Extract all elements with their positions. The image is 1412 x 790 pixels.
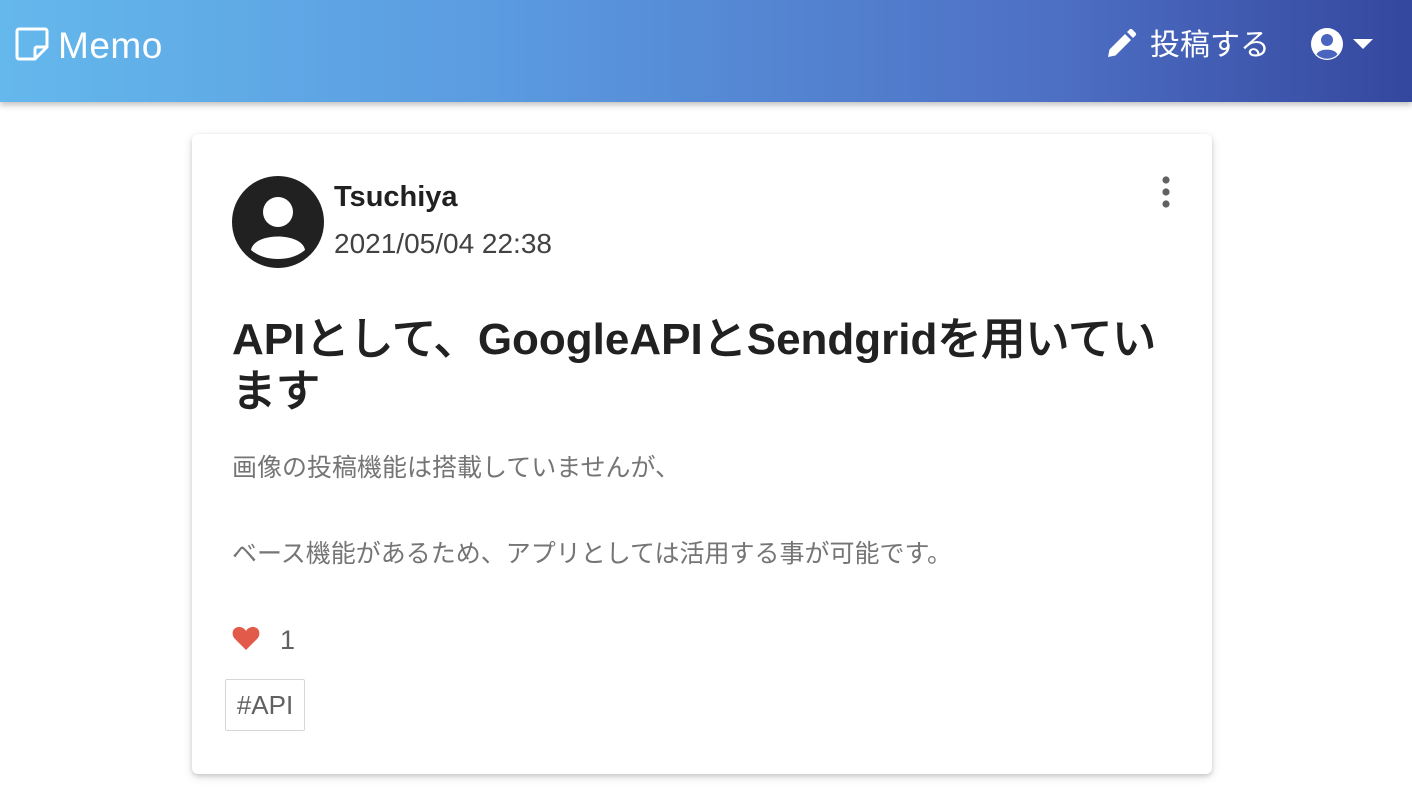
user-menu-dropdown[interactable] [1310, 26, 1374, 66]
post-body-line: 画像の投稿機能は搭載していませんが、 [232, 454, 681, 482]
user-circle-icon [1310, 27, 1344, 66]
like-button[interactable] [232, 625, 260, 656]
post-title[interactable]: APIとして、GoogleAPIとSendgridを用いています [232, 314, 1172, 418]
post-menu-button[interactable] [1152, 175, 1180, 213]
post-date: 2021/05/04 22:38 [334, 228, 552, 259]
navbar: Memo 投稿する [0, 0, 1412, 102]
post-card: Tsuchiya 2021/05/04 22:38 APIとして、GoogleA… [192, 134, 1212, 774]
brand-link[interactable]: Memo [14, 24, 163, 68]
like-count: 1 [280, 625, 296, 655]
sticky-note-icon [14, 26, 50, 67]
user-avatar-icon [232, 176, 324, 268]
pencil-icon [1104, 27, 1138, 66]
vertical-dots-icon [1160, 175, 1172, 213]
caret-down-icon [1352, 37, 1374, 56]
new-post-label: 投稿する [1150, 29, 1270, 62]
new-post-link[interactable]: 投稿する [1104, 24, 1270, 68]
post-body-line: ベース機能があるため、アプリとしては活用する事が可能です。 [232, 540, 953, 568]
heart-icon [232, 625, 260, 656]
post-author[interactable]: Tsuchiya [334, 180, 458, 214]
like-section: 1 [232, 622, 295, 658]
brand-name: Memo [58, 25, 163, 66]
tag-chip[interactable]: #API [225, 679, 305, 731]
post-body: 画像の投稿機能は搭載していませんが、 ベース機能があるため、アプリとしては活用す… [232, 450, 1172, 572]
